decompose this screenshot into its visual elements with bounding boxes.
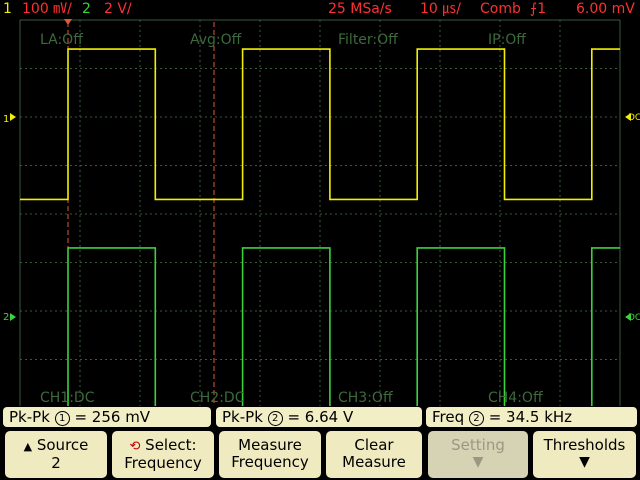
down-arrow-icon: ▼ xyxy=(472,454,484,470)
measurement-freq-ch2: Freq 2 = 34.5 kHz xyxy=(426,407,637,427)
ch2-coupling: CH2:DC xyxy=(190,390,245,406)
setting-softkey[interactable]: Setting ▼ xyxy=(428,431,528,478)
ch2-marker-arrow xyxy=(10,313,16,321)
ch4-coupling: CH4:Off xyxy=(488,390,543,406)
measurement-bar: Pk-Pk 1 = 256 mV Pk-Pk 2 = 6.64 V Freq 2… xyxy=(0,406,640,428)
softkey-label: Thresholds xyxy=(543,436,626,454)
measurement-value: = 34.5 kHz xyxy=(488,408,573,426)
ch1-marker-arrow xyxy=(10,113,16,121)
measurement-pkpk-ch1: Pk-Pk 1 = 256 mV xyxy=(3,407,211,427)
ip-status: IP:Off xyxy=(488,32,526,48)
softkey-value: 2 xyxy=(51,454,61,472)
measurement-value: = 256 mV xyxy=(74,408,151,426)
measurement-label: Pk-Pk xyxy=(222,408,263,426)
channel-badge: 2 xyxy=(468,411,484,426)
entry-knob-icon: ⟲ xyxy=(129,439,141,454)
softkey-bar: ▲ Source 2 ⟲ Select: Frequency Measure F… xyxy=(0,428,640,480)
averaging-status: Avg:Off xyxy=(190,32,242,48)
graticule xyxy=(19,19,621,408)
down-arrow-icon: ▼ xyxy=(579,454,590,470)
measurement-label: Pk-Pk xyxy=(9,408,50,426)
softkey-label: Measure xyxy=(238,436,302,454)
ch3-coupling: CH3:Off xyxy=(338,390,393,406)
clear-measure-softkey[interactable]: Clear Measure xyxy=(326,431,422,478)
channel-badge: 2 xyxy=(267,411,283,426)
softkey-label: Clear xyxy=(354,436,394,454)
trigger-position-icon xyxy=(64,19,72,25)
ch1-ground-marker: 1 xyxy=(3,114,9,125)
ch2-ground-marker: 2 xyxy=(3,312,9,323)
measure-frequency-softkey[interactable]: Measure Frequency xyxy=(219,431,321,478)
measurement-label: Freq xyxy=(432,408,465,426)
ch1-coupling: CH1:DC xyxy=(40,390,95,406)
ch2-right-dc: DC xyxy=(628,313,640,323)
la-status: LA:Off xyxy=(40,32,83,48)
measurement-value: = 6.64 V xyxy=(287,408,354,426)
source-softkey[interactable]: ▲ Source 2 xyxy=(5,431,107,478)
softkey-label: Setting xyxy=(451,436,505,454)
filter-status: Filter:Off xyxy=(338,32,398,48)
ch1-right-dc: DC xyxy=(628,113,640,123)
thresholds-softkey[interactable]: Thresholds ▼ xyxy=(533,431,636,478)
softkey-value: Frequency xyxy=(231,453,309,471)
scope-display[interactable]: 1 2 DC DC xyxy=(0,0,640,408)
select-softkey[interactable]: ⟲ Select: Frequency xyxy=(112,431,214,478)
up-arrow-icon: ▲ xyxy=(23,440,33,453)
measurement-pkpk-ch2: Pk-Pk 2 = 6.64 V xyxy=(216,407,422,427)
softkey-value: Measure xyxy=(342,453,406,471)
softkey-label: Source xyxy=(36,436,89,454)
softkey-label: Select: xyxy=(145,436,197,454)
softkey-value: Frequency xyxy=(124,454,202,472)
channel-badge: 1 xyxy=(54,411,70,426)
